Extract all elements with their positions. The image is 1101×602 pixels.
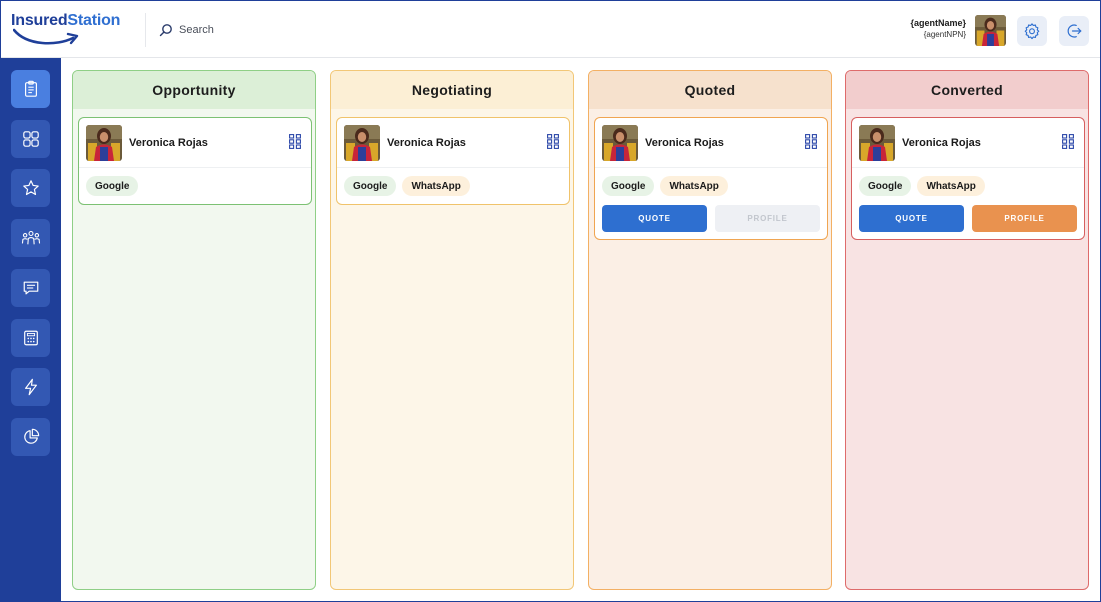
clipboard-icon xyxy=(24,80,37,97)
lead-avatar xyxy=(602,125,638,161)
column-title: Negotiating xyxy=(331,71,573,109)
lead-avatar xyxy=(859,125,895,161)
lead-card-header: Veronica Rojas xyxy=(852,118,1084,168)
lead-card[interactable]: Veronica Rojas Google xyxy=(78,117,312,205)
tag-source: Google xyxy=(859,176,912,196)
column-title: Converted xyxy=(846,71,1088,109)
qr-grid-icon[interactable] xyxy=(1062,134,1074,149)
settings-button[interactable] xyxy=(1017,16,1047,46)
search-input[interactable]: Search xyxy=(179,24,214,36)
sidebar xyxy=(1,58,61,601)
tag-source: Google xyxy=(602,176,655,196)
column-quoted: Quoted Veronica Rojas Google WhatsApp QU… xyxy=(588,70,832,590)
qr-grid-icon[interactable] xyxy=(547,134,559,149)
chat-icon xyxy=(23,281,38,295)
lead-name: Veronica Rojas xyxy=(645,137,724,149)
agent-npn: {agentNPN} xyxy=(923,30,966,39)
search-icon xyxy=(159,24,172,37)
column-title: Opportunity xyxy=(73,71,315,109)
star-icon xyxy=(22,180,39,196)
sidebar-item-messages[interactable] xyxy=(11,269,50,307)
column-title: Quoted xyxy=(589,71,831,109)
lead-tags: Google WhatsApp xyxy=(859,176,985,196)
profile-button[interactable]: PROFILE xyxy=(972,205,1077,232)
tag-source: Google xyxy=(344,176,397,196)
sidebar-item-dashboard[interactable] xyxy=(11,120,50,158)
column-opportunity: Opportunity Veronica Rojas Google xyxy=(72,70,316,590)
quote-button[interactable]: QUOTE xyxy=(859,205,964,232)
lead-name: Veronica Rojas xyxy=(387,137,466,149)
agent-avatar[interactable] xyxy=(975,15,1006,46)
sidebar-item-automations[interactable] xyxy=(11,368,50,406)
pie-chart-icon xyxy=(23,428,39,444)
gear-icon xyxy=(1024,23,1040,40)
lead-tags: Google xyxy=(86,176,139,196)
lead-avatar xyxy=(344,125,380,161)
lead-avatar xyxy=(86,125,122,161)
lead-name: Veronica Rojas xyxy=(129,137,208,149)
qr-grid-icon[interactable] xyxy=(289,134,301,149)
logo-swoosh-icon xyxy=(13,28,79,45)
top-header: InsuredStation Search {agentName} {agent… xyxy=(1,1,1100,58)
tag-channel: WhatsApp xyxy=(917,176,985,196)
lead-tags: Google WhatsApp xyxy=(602,176,728,196)
qr-grid-icon[interactable] xyxy=(805,134,817,149)
column-converted: Converted Veronica Rojas Google WhatsApp xyxy=(845,70,1089,590)
lead-card-header: Veronica Rojas xyxy=(595,118,827,168)
lead-card[interactable]: Veronica Rojas Google WhatsApp xyxy=(336,117,570,205)
agent-name: {agentName} xyxy=(910,18,966,28)
logo[interactable]: InsuredStation xyxy=(11,12,141,48)
sidebar-item-reports[interactable] xyxy=(11,418,50,456)
lead-card[interactable]: Veronica Rojas Google WhatsApp QUOTE PRO… xyxy=(851,117,1085,240)
lead-tags: Google WhatsApp xyxy=(344,176,470,196)
sidebar-item-contacts[interactable] xyxy=(11,219,50,257)
calculator-icon xyxy=(23,330,38,346)
profile-button[interactable]: PROFILE xyxy=(715,205,820,232)
lead-name: Veronica Rojas xyxy=(902,137,981,149)
dashboard-grid-icon xyxy=(22,131,39,147)
lead-card[interactable]: Veronica Rojas Google WhatsApp QUOTE PRO… xyxy=(594,117,828,240)
agent-info: {agentName} {agentNPN} xyxy=(910,17,966,41)
people-icon xyxy=(21,230,40,245)
tag-source: Google xyxy=(86,176,139,196)
tag-channel: WhatsApp xyxy=(402,176,470,196)
lightning-icon xyxy=(24,378,37,396)
sidebar-item-leads[interactable] xyxy=(11,70,50,108)
sidebar-item-favorites[interactable] xyxy=(11,169,50,207)
lead-card-header: Veronica Rojas xyxy=(337,118,569,168)
logout-button[interactable] xyxy=(1059,16,1089,46)
search-box[interactable]: Search xyxy=(159,21,214,39)
header-divider xyxy=(145,13,146,47)
lead-card-header: Veronica Rojas xyxy=(79,118,311,168)
sidebar-item-calculator[interactable] xyxy=(11,319,50,357)
column-negotiating: Negotiating Veronica Rojas Google WhatsA… xyxy=(330,70,574,590)
tag-channel: WhatsApp xyxy=(660,176,728,196)
quote-button[interactable]: QUOTE xyxy=(602,205,707,232)
logout-icon xyxy=(1067,24,1082,38)
